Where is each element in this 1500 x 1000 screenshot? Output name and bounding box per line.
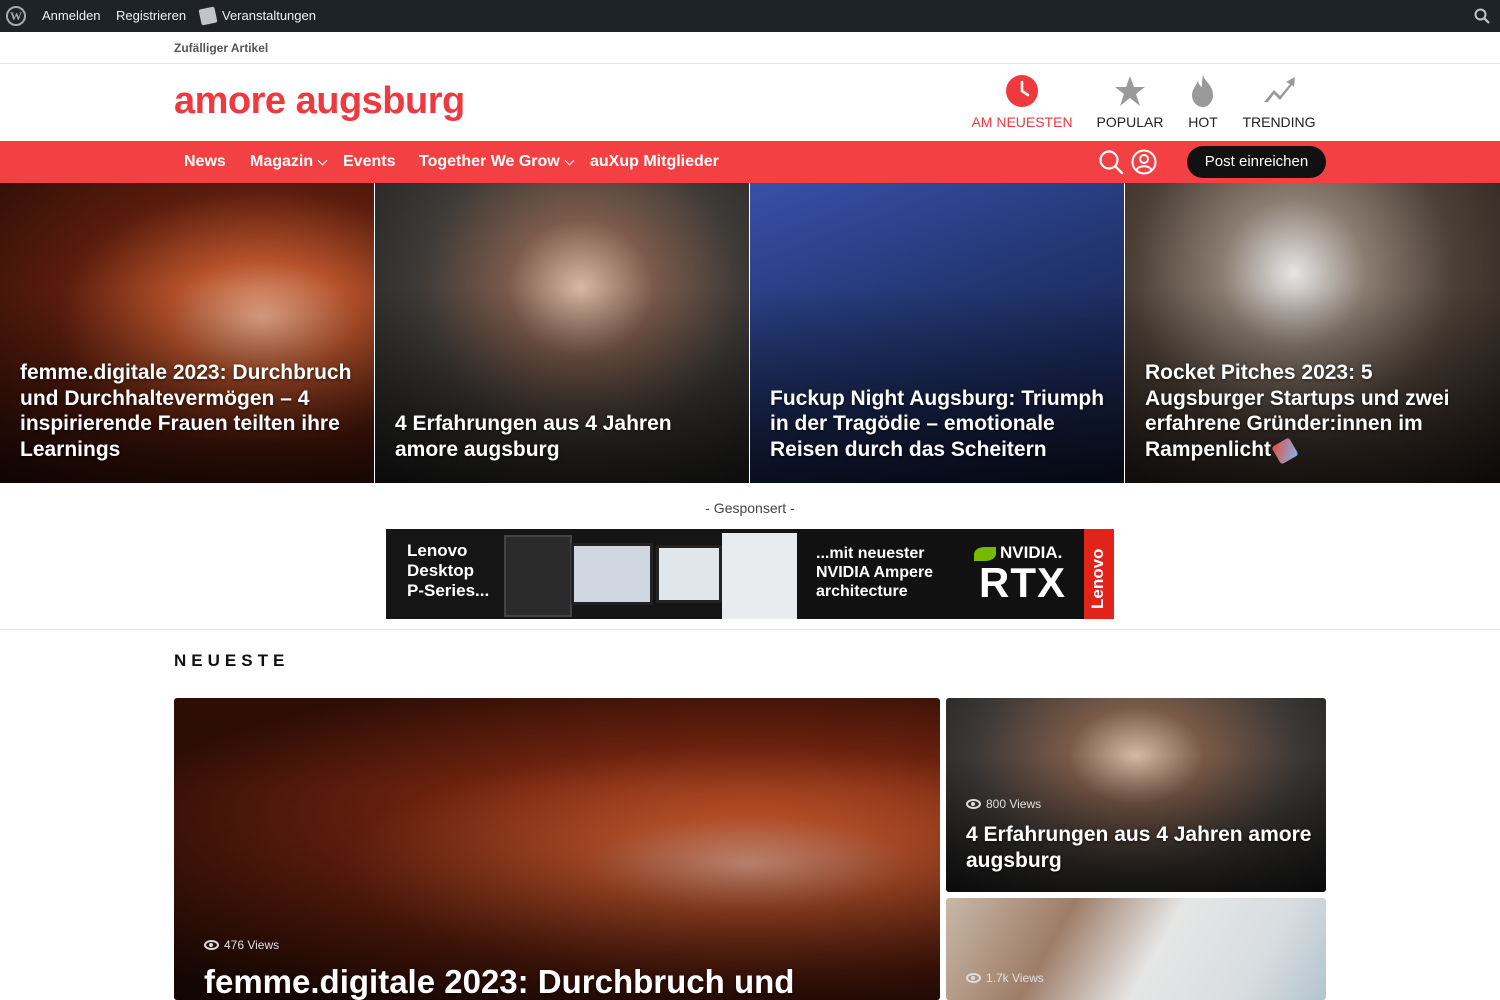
- section-title-latest: NEUESTE: [174, 651, 290, 670]
- admin-bar: W Anmelden Registrieren Veranstaltungen: [0, 0, 1500, 32]
- latest-post-title[interactable]: femme.digitale 2023: Durchbruch und: [204, 962, 794, 1000]
- search-icon[interactable]: [1098, 149, 1124, 175]
- header-nav-trending-label: TRENDING: [1242, 114, 1316, 130]
- menu-item-magazin-label: Magazin: [250, 153, 314, 170]
- featured-post[interactable]: Rocket Pitches 2023: 5 Augsburger Startu…: [1125, 183, 1500, 483]
- lab-image: [722, 533, 797, 619]
- user-account-icon[interactable]: [1131, 149, 1157, 175]
- featured-post-title-text: Rocket Pitches 2023: 5 Augsburger Startu…: [1145, 360, 1450, 462]
- view-count: 800 Views: [966, 797, 1041, 811]
- menu-item-magazin[interactable]: Magazin: [250, 141, 328, 183]
- menu-item-together-we-grow-label: Together We Grow: [419, 153, 560, 170]
- ad-right-text: ...mit neuester NVIDIA Ampere architectu…: [816, 545, 934, 601]
- latest-post-card[interactable]: 800 Views 4 Erfahrungen aus 4 Jahren amo…: [946, 698, 1326, 892]
- wordpress-icon[interactable]: W: [6, 0, 28, 32]
- top-links-row: Zufälliger Artikel: [0, 32, 1500, 64]
- view-count-text: 476 Views: [224, 938, 280, 952]
- rtx-logo: RTX: [979, 559, 1066, 606]
- clock-icon: [1005, 74, 1039, 108]
- header-nav-hot-label: HOT: [1188, 114, 1218, 130]
- eye-icon: [966, 973, 981, 983]
- random-article-link[interactable]: Zufälliger Artikel: [174, 41, 268, 55]
- menu-item-news[interactable]: News: [184, 141, 226, 183]
- menu-item-together-we-grow[interactable]: Together We Grow: [419, 141, 575, 183]
- login-link[interactable]: Anmelden: [42, 0, 101, 32]
- menu-item-events[interactable]: Events: [343, 141, 395, 183]
- eye-icon: [204, 940, 219, 950]
- header-nav-latest-label: AM NEUESTEN: [971, 114, 1073, 130]
- ad-left-text: Lenovo Desktop P-Series...: [407, 541, 490, 601]
- view-count-text: 800 Views: [986, 797, 1042, 811]
- chevron-down-icon: [317, 155, 328, 165]
- trending-up-icon: [1262, 74, 1296, 108]
- events-link[interactable]: Veranstaltungen: [198, 0, 316, 32]
- view-count-text: 1.7k Views: [986, 971, 1044, 985]
- featured-post[interactable]: 4 Erfahrungen aus 4 Jahren amore augsbur…: [375, 183, 749, 483]
- main-menu: News Magazin Events Together We Grow auX…: [0, 141, 1500, 183]
- featured-post[interactable]: Fuckup Night Augsburg: Triumph in der Tr…: [750, 183, 1124, 483]
- eye-icon: [966, 799, 981, 809]
- header-nav-hot[interactable]: HOT: [1182, 74, 1224, 130]
- menu-item-auxup-mitglieder[interactable]: auXup Mitglieder: [590, 141, 719, 183]
- chevron-down-icon: [564, 155, 575, 165]
- featured-post[interactable]: femme.digitale 2023: Durchbruch und Durc…: [0, 183, 374, 483]
- rocket-icon: [1271, 436, 1299, 465]
- monitor-image: [656, 545, 722, 603]
- latest-post-card[interactable]: 1.7k Views: [946, 898, 1326, 1000]
- flame-icon: [1186, 74, 1220, 108]
- sponsored-banner[interactable]: Lenovo Desktop P-Series... ...mit neuest…: [386, 529, 1114, 619]
- featured-posts: femme.digitale 2023: Durchbruch und Durc…: [0, 183, 1500, 483]
- site-header: amore augsburg AM NEUESTEN POPULAR HOT T…: [0, 64, 1500, 141]
- view-count: 476 Views: [204, 938, 279, 952]
- star-icon: [1113, 74, 1147, 108]
- events-link-label: Veranstaltungen: [222, 8, 316, 23]
- register-link[interactable]: Registrieren: [116, 0, 186, 32]
- workstation-image: [504, 535, 572, 617]
- site-logo[interactable]: amore augsburg: [174, 80, 465, 123]
- header-nav-trending[interactable]: TRENDING: [1240, 74, 1318, 130]
- header-nav-latest[interactable]: AM NEUESTEN: [970, 74, 1074, 130]
- header-nav-popular-label: POPULAR: [1096, 114, 1164, 130]
- monitor-image: [571, 543, 653, 605]
- lenovo-logo: Lenovo: [1084, 529, 1114, 619]
- featured-post-title[interactable]: 4 Erfahrungen aus 4 Jahren amore augsbur…: [395, 411, 733, 463]
- view-count: 1.7k Views: [966, 971, 1044, 985]
- header-nav-popular[interactable]: POPULAR: [1094, 74, 1166, 130]
- featured-post-title[interactable]: Fuckup Night Augsburg: Triumph in der Tr…: [770, 386, 1108, 463]
- featured-post-title[interactable]: Rocket Pitches 2023: 5 Augsburger Startu…: [1145, 360, 1484, 465]
- lenovo-logo-text: Lenovo: [1088, 548, 1107, 609]
- sponsored-label: - Gesponsert -: [705, 500, 795, 516]
- latest-post-title[interactable]: 4 Erfahrungen aus 4 Jahren amore augsbur…: [966, 822, 1326, 874]
- calendar-icon: [198, 6, 218, 26]
- admin-search-icon[interactable]: [1472, 0, 1492, 32]
- section-divider: [0, 629, 1500, 630]
- post-submit-button[interactable]: Post einreichen: [1187, 146, 1326, 178]
- featured-post-title[interactable]: femme.digitale 2023: Durchbruch und Durc…: [20, 360, 358, 463]
- latest-post-card[interactable]: 476 Views femme.digitale 2023: Durchbruc…: [174, 698, 940, 1000]
